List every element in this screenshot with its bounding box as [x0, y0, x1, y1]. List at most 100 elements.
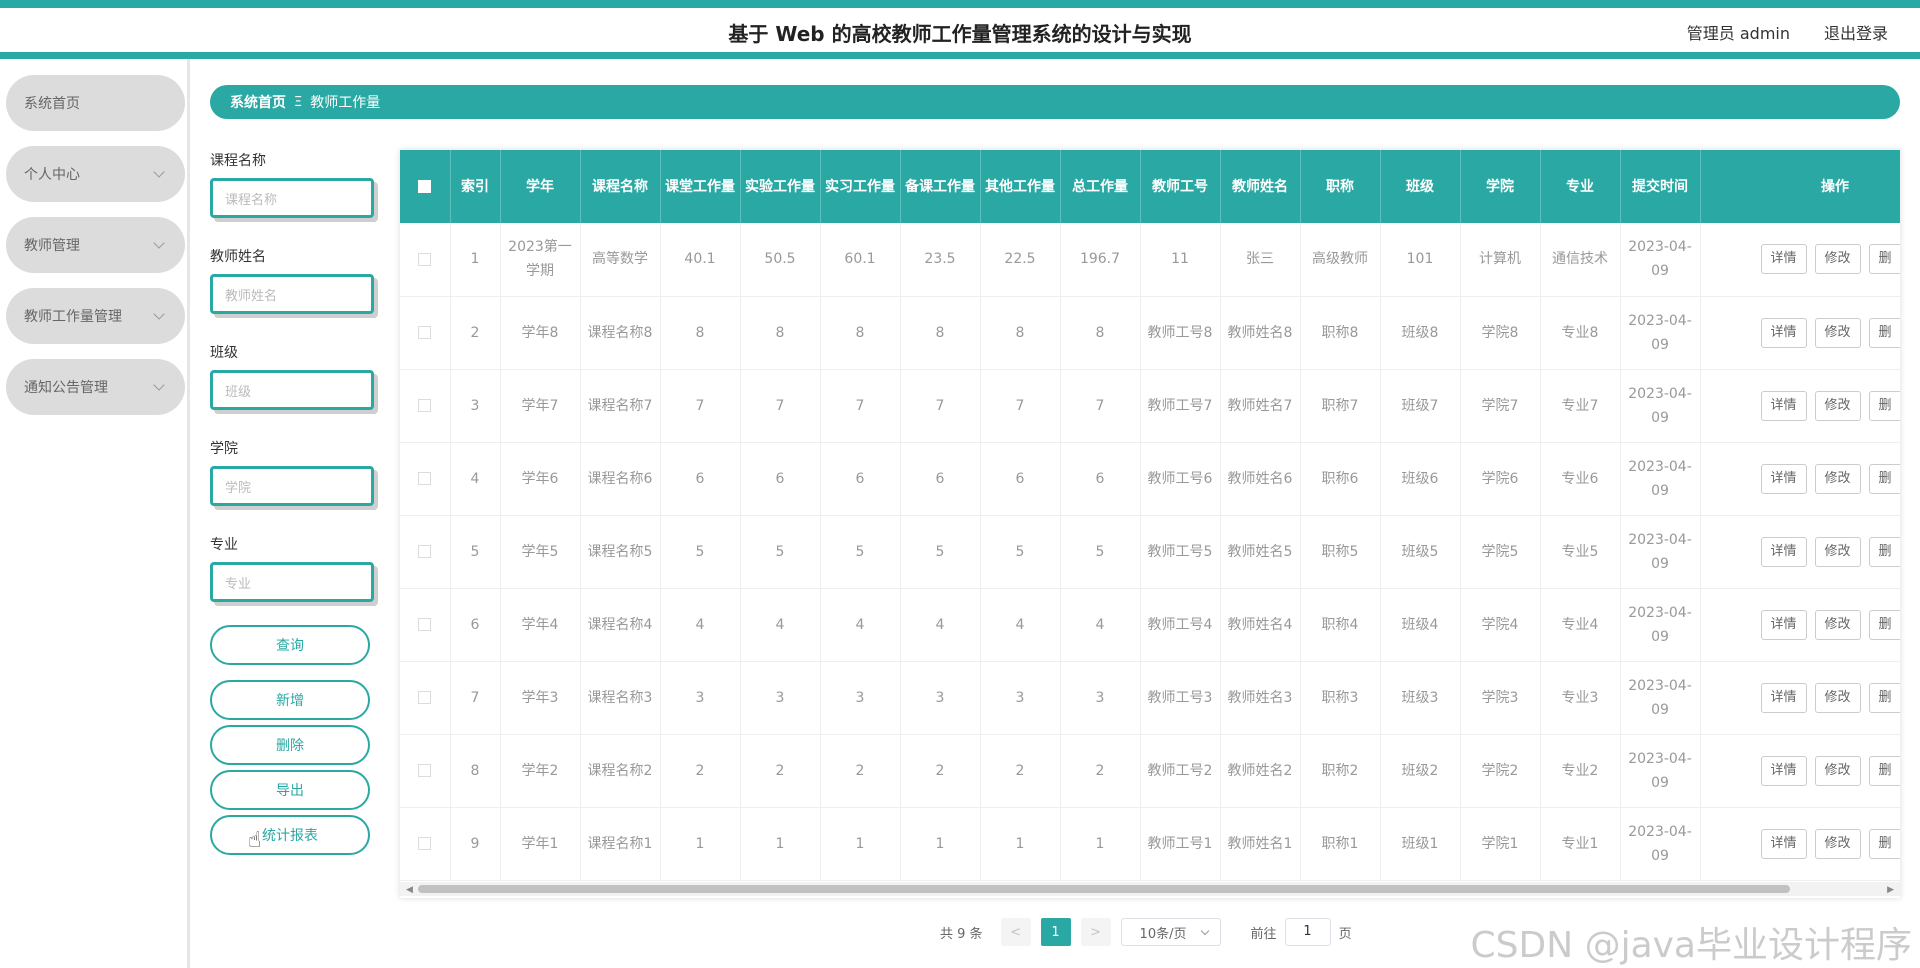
detail-button[interactable]: 详情 [1760, 536, 1807, 567]
sidebar-item-personal-center[interactable]: 个人中心 [6, 146, 185, 202]
delete-button[interactable]: 删除 [210, 725, 370, 765]
breadcrumb-separator: Ξ [294, 94, 303, 110]
table-cell-time: 2023-04-09 [1620, 296, 1701, 370]
select-all-cell[interactable] [400, 150, 451, 223]
sidebar-item-teacher-management[interactable]: 教师管理 [6, 217, 185, 273]
select-all-checkbox[interactable] [418, 180, 432, 193]
row-checkbox[interactable] [418, 399, 432, 412]
report-button[interactable]: 统计报表 [210, 815, 370, 855]
table-cell-teacher-no: 11 [1140, 223, 1221, 297]
delete-row-button[interactable]: 删 [1868, 536, 1900, 567]
goto-page-input[interactable]: 1 [1284, 918, 1331, 946]
edit-button[interactable]: 修改 [1814, 463, 1861, 494]
table-cell-class: 班级8 [1380, 296, 1461, 370]
table-cell-teacher-name: 教师姓名3 [1220, 661, 1301, 735]
delete-row-button[interactable]: 删 [1868, 244, 1900, 275]
edit-button[interactable]: 修改 [1814, 317, 1861, 348]
chevron-down-icon [153, 237, 165, 249]
course-name-input[interactable]: 课程名称 [210, 178, 374, 218]
delete-row-button[interactable]: 删 [1868, 609, 1900, 640]
row-checkbox[interactable] [418, 252, 432, 266]
next-page-button[interactable]: > [1080, 918, 1111, 946]
detail-button[interactable]: 详情 [1760, 828, 1807, 859]
row-select-cell[interactable] [400, 807, 451, 881]
table-cell-time: 2023-04-09 [1620, 442, 1701, 516]
table-cell-index: 1 [450, 223, 501, 297]
table-header-row: 索引 学年 课程名称 课堂工作量 实验工作量 实习工作量 备课工作量 其他工作量… [400, 150, 1900, 223]
export-button[interactable]: 导出 [210, 770, 370, 810]
table-cell-course: 课程名称3 [580, 661, 661, 735]
detail-button[interactable]: 详情 [1760, 317, 1807, 348]
table-cell-teacher-name: 教师姓名5 [1220, 515, 1301, 589]
detail-button[interactable]: 详情 [1760, 609, 1807, 640]
row-checkbox[interactable] [418, 837, 432, 850]
detail-button[interactable]: 详情 [1760, 755, 1807, 786]
table-cell-time: 2023-04-09 [1620, 661, 1701, 735]
table-cell-intern: 8 [820, 296, 901, 370]
table-row: 2 学年8 课程名称8 8 8 8 8 8 8 教师工号8 教师姓名8 职称8 班级8 学院8 专业8 202… [400, 296, 1900, 370]
edit-button[interactable]: 修改 [1814, 390, 1861, 421]
edit-button[interactable]: 修改 [1814, 244, 1861, 275]
major-input[interactable]: 专业 [210, 562, 374, 602]
delete-row-button[interactable]: 删 [1868, 828, 1900, 859]
delete-row-button[interactable]: 删 [1868, 390, 1900, 421]
row-select-cell[interactable] [400, 442, 451, 516]
row-checkbox[interactable] [418, 326, 432, 339]
sidebar-item-notice-management[interactable]: 通知公告管理 [6, 359, 185, 415]
row-select-cell[interactable] [400, 296, 451, 370]
table-cell-college: 学院7 [1460, 369, 1541, 443]
edit-button[interactable]: 修改 [1814, 609, 1861, 640]
edit-button[interactable]: 修改 [1814, 682, 1861, 713]
column-header: 课堂工作量 [660, 150, 741, 223]
query-button[interactable]: 查询 [210, 625, 370, 665]
row-select-cell[interactable] [400, 588, 451, 662]
breadcrumb-home[interactable]: 系统首页 [230, 92, 286, 112]
row-select-cell[interactable] [400, 223, 451, 297]
row-checkbox[interactable] [418, 545, 432, 558]
table-cell-classroom: 3 [660, 661, 741, 735]
edit-button[interactable]: 修改 [1814, 536, 1861, 567]
delete-row-button[interactable]: 删 [1868, 463, 1900, 494]
table-row: 8 学年2 课程名称2 2 2 2 2 2 2 教师工号2 教师姓名2 职称2 班级2 学院2 专业2 202… [400, 734, 1900, 808]
page-size-select[interactable]: 10条/页 [1120, 918, 1221, 946]
row-checkbox[interactable] [418, 691, 432, 704]
column-header: 总工作量 [1060, 150, 1141, 223]
row-select-cell[interactable] [400, 734, 451, 808]
scroll-left-icon[interactable]: ◀ [406, 885, 413, 895]
detail-button[interactable]: 详情 [1760, 390, 1807, 421]
table-cell-other: 2 [980, 734, 1061, 808]
detail-button[interactable]: 详情 [1760, 682, 1807, 713]
row-checkbox[interactable] [418, 764, 432, 777]
edit-button[interactable]: 修改 [1814, 755, 1861, 786]
table-cell-lab: 8 [740, 296, 821, 370]
edit-button[interactable]: 修改 [1814, 828, 1861, 859]
detail-button[interactable]: 详情 [1760, 463, 1807, 494]
row-select-cell[interactable] [400, 515, 451, 589]
column-header: 索引 [450, 150, 501, 223]
sidebar-item-home[interactable]: 系统首页 [6, 75, 185, 131]
row-checkbox[interactable] [418, 472, 432, 485]
add-button[interactable]: 新增 [210, 680, 370, 720]
table-cell-classroom: 8 [660, 296, 741, 370]
table-cell-prep: 5 [900, 515, 981, 589]
table-cell-classroom: 7 [660, 369, 741, 443]
class-input[interactable]: 班级 [210, 370, 374, 410]
teacher-name-input[interactable]: 教师姓名 [210, 274, 374, 314]
page-number-button[interactable]: 1 [1040, 918, 1071, 946]
scroll-right-icon[interactable]: ▶ [1887, 885, 1894, 895]
row-select-cell[interactable] [400, 661, 451, 735]
delete-row-button[interactable]: 删 [1868, 317, 1900, 348]
detail-button[interactable]: 详情 [1760, 244, 1807, 275]
sidebar-item-workload-management[interactable]: 教师工作量管理 [6, 288, 185, 344]
delete-row-button[interactable]: 删 [1868, 755, 1900, 786]
prev-page-button[interactable]: < [1000, 918, 1031, 946]
college-input[interactable]: 学院 [210, 466, 374, 506]
row-select-cell[interactable] [400, 369, 451, 443]
table-cell-title: 职称7 [1300, 369, 1381, 443]
logout-link[interactable]: 退出登录 [1824, 20, 1888, 44]
horizontal-scrollbar[interactable]: ◀ ▶ [400, 882, 1900, 896]
row-checkbox[interactable] [418, 618, 432, 631]
column-header: 实习工作量 [820, 150, 901, 223]
delete-row-button[interactable]: 删 [1868, 682, 1900, 713]
scrollbar-thumb[interactable] [418, 885, 1790, 893]
